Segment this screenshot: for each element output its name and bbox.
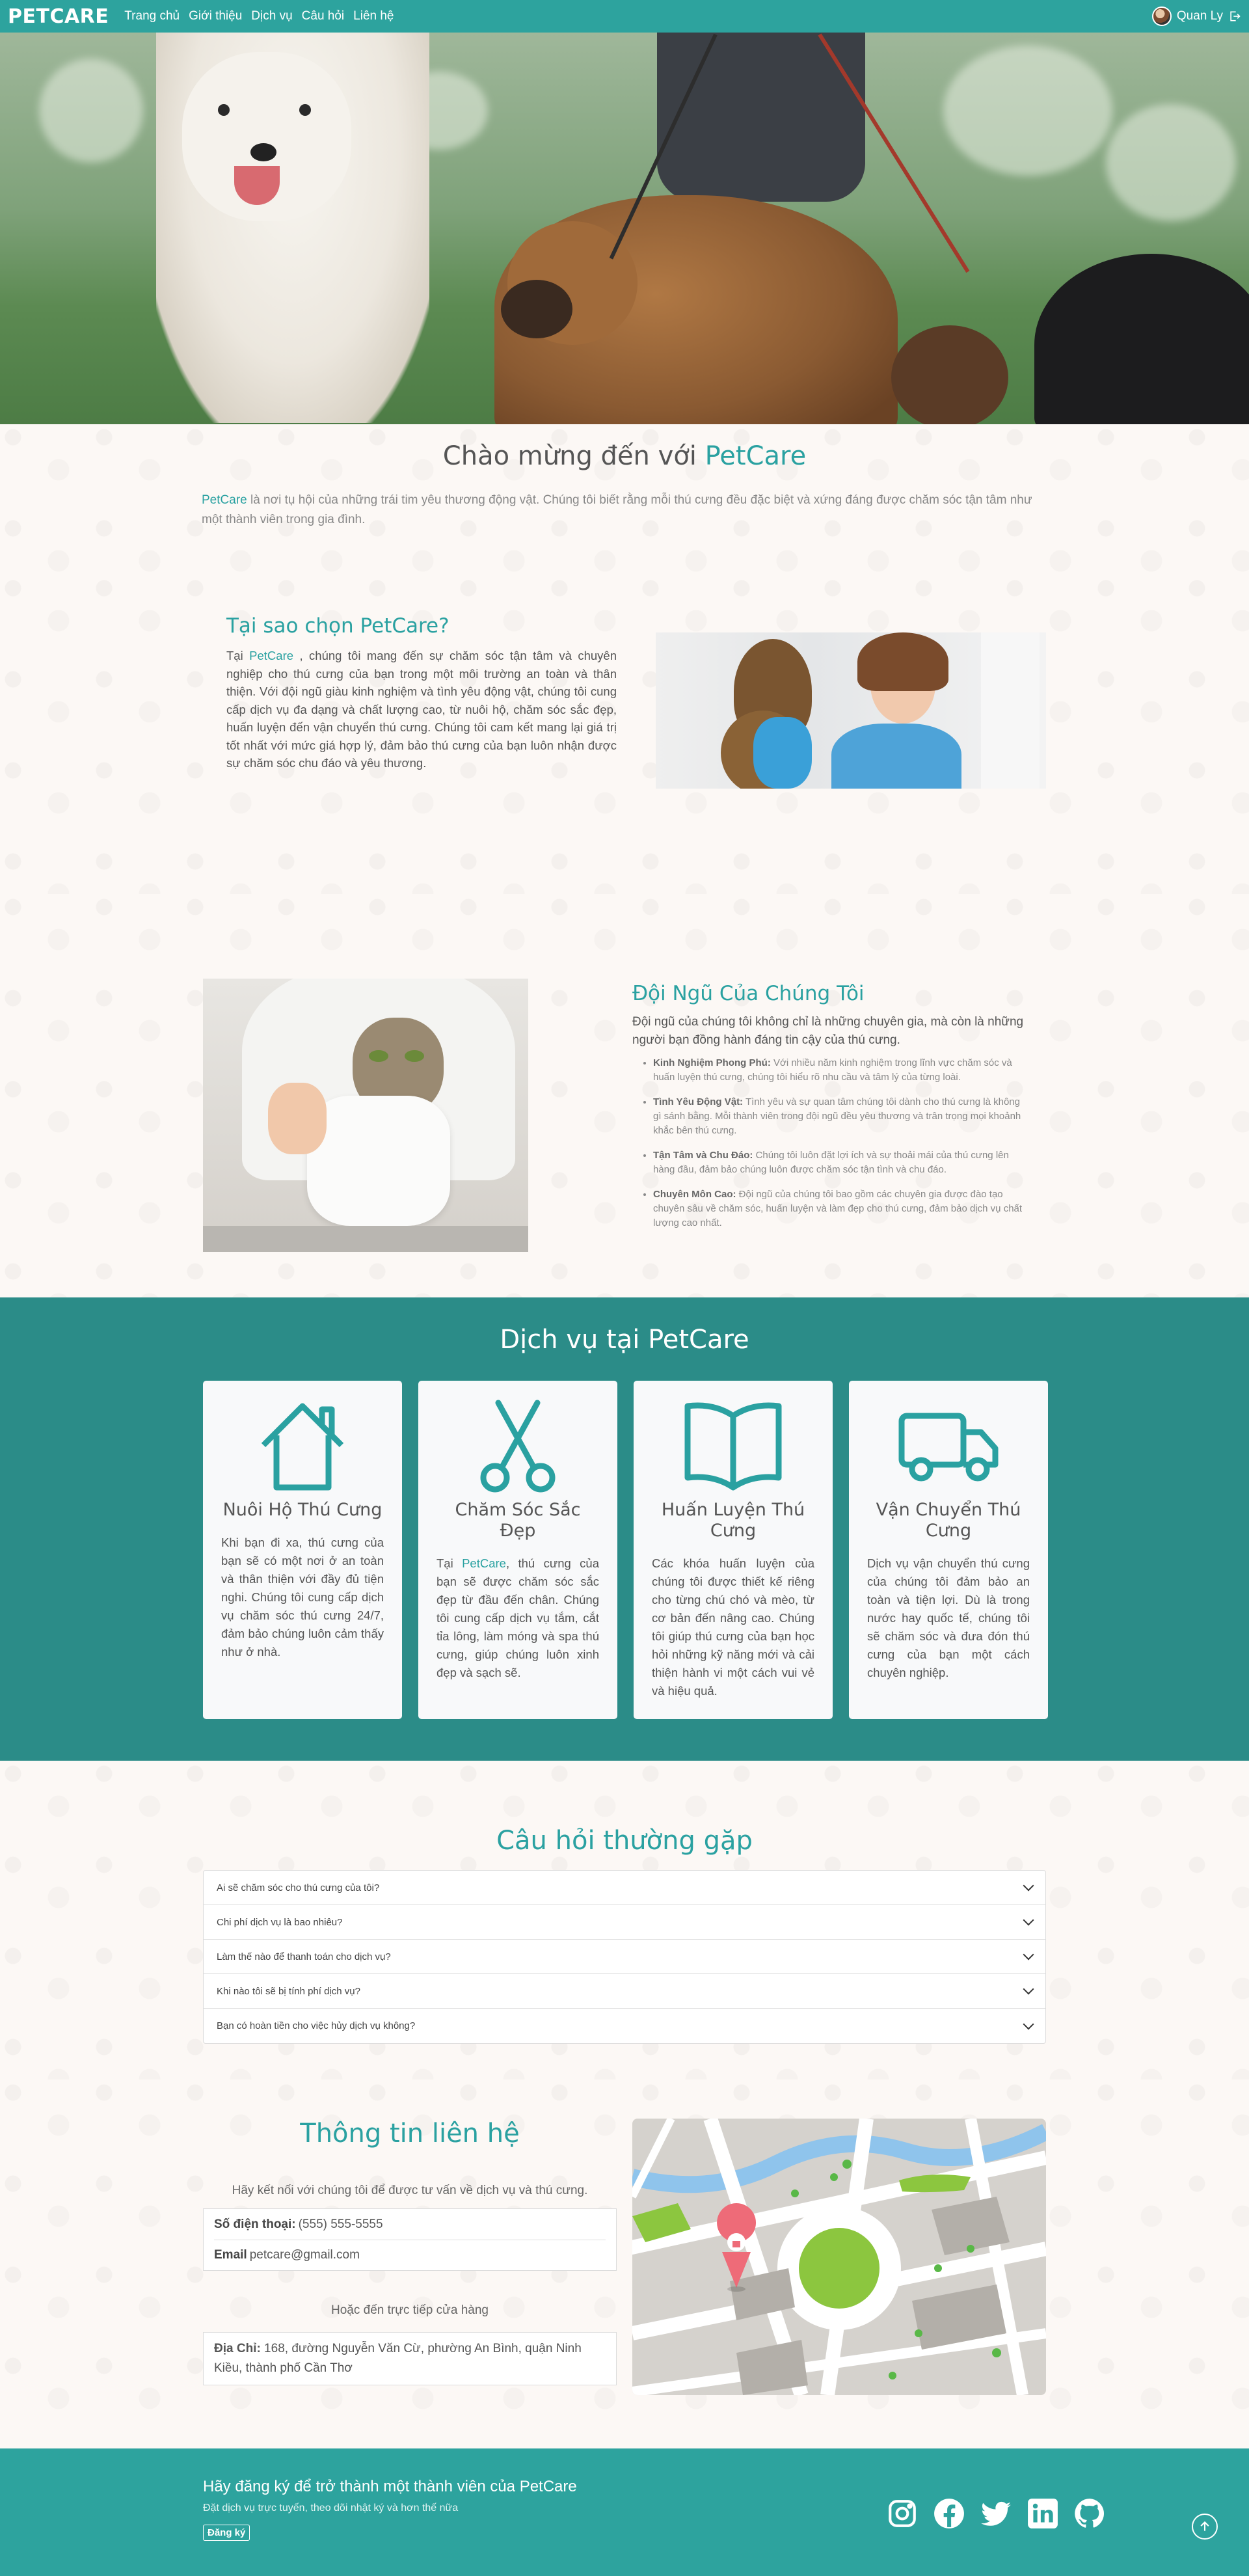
social-links	[886, 2497, 1106, 2576]
service-text: Dịch vụ vận chuyển thú cưng của chúng tô…	[867, 1556, 1030, 1679]
welcome-text: PetCare là nơi tụ hội của những trái tim…	[202, 493, 1032, 526]
list-item: Kinh Nghiệm Phong Phú: Với nhiều năm kin…	[653, 1056, 1030, 1085]
why-text: Tại PetCare , chúng tôi mang đến sự chăm…	[226, 649, 617, 770]
list-item: Tận Tâm và Chu Đáo: Chúng tôi luôn đặt l…	[653, 1148, 1030, 1177]
list-item: Tình Yêu Động Vật: Tình yêu và sự quan t…	[653, 1095, 1030, 1138]
team-section: Đội Ngũ Của Chúng Tôi Đội ngũ của chúng …	[0, 894, 1249, 1297]
nav-link-home[interactable]: Trang chủ	[124, 9, 180, 23]
github-icon[interactable]	[1073, 2497, 1106, 2530]
brand-logo[interactable]: PETCARE	[8, 5, 109, 28]
team-list: Kinh Nghiệm Phong Phú: Với nhiều năm kin…	[632, 1056, 1030, 1230]
scissors-icon	[480, 1400, 556, 1493]
contact-info-list: Số điện thoại: (555) 555-5555 Email petc…	[203, 2208, 617, 2271]
logout-icon[interactable]	[1228, 10, 1241, 23]
faq-section: Câu hỏi thường gặp Ai sẽ chăm sóc cho th…	[0, 1761, 1249, 2080]
service-title: Nuôi Hộ Thú Cưng	[222, 1500, 383, 1520]
faq-item[interactable]: Ai sẽ chăm sóc cho thú cưng của tôi?	[204, 1871, 1045, 1905]
contact-subtitle: Hãy kết nối với chúng tôi để được tư vấn…	[232, 2184, 588, 2197]
chevron-down-icon	[1023, 1983, 1034, 1995]
team-title: Đội Ngũ Của Chúng Tôi	[632, 982, 865, 1005]
nav-link-services[interactable]: Dịch vụ	[251, 9, 292, 23]
footer-subtitle: Đặt dịch vụ trực tuyến, theo dõi nhật ký…	[203, 2502, 459, 2514]
chevron-down-icon	[1023, 1949, 1034, 1960]
service-card-training[interactable]: Huấn Luyện Thú Cưng Các khóa huấn luyện …	[634, 1381, 833, 1719]
back-to-top-button[interactable]	[1192, 2514, 1218, 2540]
chevron-down-icon	[1023, 1880, 1034, 1891]
avatar[interactable]	[1151, 7, 1172, 26]
nav-link-faq[interactable]: Câu hỏi	[302, 9, 345, 23]
faq-item[interactable]: Làm thế nào để thanh toán cho dịch vụ?	[204, 1940, 1045, 1974]
user-menu[interactable]: Quan Ly	[1151, 7, 1241, 26]
service-text: Các khóa huấn luyện của chúng tôi được t…	[652, 1556, 814, 1698]
welcome-title: Chào mừng đến với PetCare	[442, 441, 807, 471]
phone-row: Số điện thoại: (555) 555-5555	[214, 2217, 383, 2231]
visit-text: Hoặc đến trực tiếp cửa hàng	[331, 2303, 489, 2317]
service-title: Vận Chuyển Thú Cưng	[876, 1500, 1021, 1541]
linkedin-icon[interactable]	[1027, 2497, 1059, 2530]
service-title: Huấn Luyện Thú Cưng	[661, 1500, 805, 1541]
faq-item[interactable]: Khi nào tôi sẽ bị tính phí dịch vụ?	[204, 1974, 1045, 2009]
footer: Hãy đăng ký để trở thành một thành viên …	[0, 2448, 1249, 2576]
user-name[interactable]: Quan Ly	[1177, 9, 1223, 23]
contact-section: Thông tin liên hệ Hãy kết nối với chúng …	[0, 2080, 1249, 2448]
services-section: Dịch vụ tại PetCare Nuôi Hộ Thú Cưng Khi…	[0, 1297, 1249, 1761]
why-section: Tại sao chọn PetCare? Tại PetCare , chún…	[0, 575, 1249, 894]
twitter-icon[interactable]	[980, 2497, 1012, 2530]
nav-link-contact[interactable]: Liên hệ	[353, 9, 394, 23]
house-icon	[261, 1403, 344, 1491]
arrow-up-icon	[1200, 2521, 1209, 2531]
contact-title: Thông tin liên hệ	[300, 2119, 520, 2149]
vet-with-cat-image	[203, 979, 528, 1252]
chevron-down-icon	[1023, 1914, 1034, 1926]
navbar: PETCARE Trang chủ Giới thiệu Dịch vụ Câu…	[0, 0, 1249, 33]
map-image[interactable]	[632, 2119, 1046, 2395]
faq-title: Câu hỏi thường gặp	[496, 1826, 753, 1856]
nav-link-about[interactable]: Giới thiệu	[189, 9, 242, 23]
facebook-icon[interactable]	[933, 2497, 965, 2530]
why-title: Tại sao chọn PetCare?	[226, 614, 450, 638]
welcome-section: Chào mừng đến với PetCare PetCare là nơi…	[0, 424, 1249, 575]
team-intro: Đội ngũ của chúng tôi không chỉ là những…	[632, 1015, 1024, 1047]
email-row: Email petcare@gmail.com	[214, 2240, 606, 2270]
hero-image	[0, 33, 1249, 424]
chevron-down-icon	[1023, 2018, 1034, 2029]
woman-with-dog-image	[656, 632, 1046, 789]
service-text: Khi bạn đi xa, thú cưng của bạn sẽ có mộ…	[221, 1536, 384, 1659]
service-text: Tại PetCare, thú cưng của bạn sẽ được ch…	[436, 1556, 599, 1679]
service-title: Chăm Sóc Sắc Đẹp	[455, 1500, 581, 1541]
address-box: Địa Chỉ: 168, đường Nguyễn Văn Cừ, phườn…	[203, 2332, 617, 2385]
footer-title: Hãy đăng ký để trở thành một thành viên …	[203, 2478, 577, 2495]
signup-button[interactable]: Đăng ký	[203, 2525, 250, 2541]
services-title: Dịch vụ tại PetCare	[500, 1325, 749, 1355]
service-card-transport[interactable]: Vận Chuyển Thú Cưng Dịch vụ vận chuyển t…	[849, 1381, 1048, 1719]
faq-item[interactable]: Chi phí dịch vụ là bao nhiêu?	[204, 1905, 1045, 1940]
open-book-icon	[684, 1402, 782, 1491]
service-card-grooming[interactable]: Chăm Sóc Sắc Đẹp Tại PetCare, thú cưng c…	[418, 1381, 617, 1719]
truck-icon	[898, 1413, 999, 1482]
instagram-icon[interactable]	[886, 2497, 919, 2530]
service-card-boarding[interactable]: Nuôi Hộ Thú Cưng Khi bạn đi xa, thú cưng…	[203, 1381, 402, 1719]
list-item: Chuyên Môn Cao: Đội ngũ của chúng tôi ba…	[653, 1187, 1030, 1230]
faq-accordion: Ai sẽ chăm sóc cho thú cưng của tôi? Chi…	[203, 1870, 1046, 2044]
faq-item[interactable]: Bạn có hoàn tiền cho việc hủy dịch vụ kh…	[204, 2009, 1045, 2043]
